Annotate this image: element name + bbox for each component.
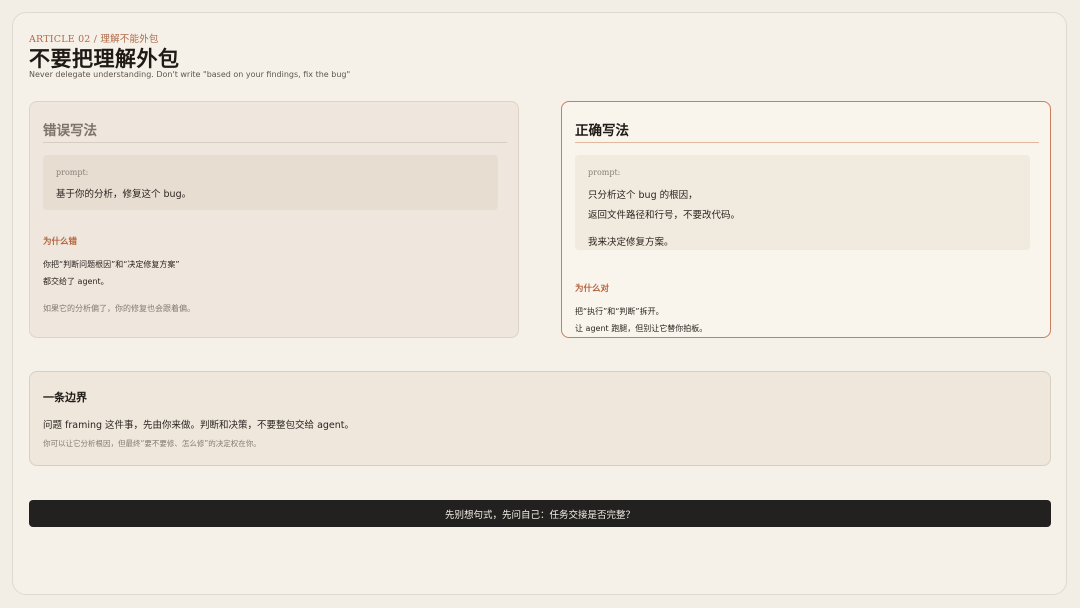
why-right-heading: 为什么对	[575, 284, 610, 294]
wrong-example-card: 错误写法 prompt: 基于你的分析，修复这个 bug。 为什么错 你把“判断…	[29, 101, 519, 338]
prompt-line: 只分析这个 bug 的根因，	[588, 190, 698, 201]
why-wrong-line: 都交给了 agent。	[43, 277, 109, 286]
boundary-note: 你可以让它分析根因，但最终“要不要修、怎么修”的决定权在你。	[43, 439, 261, 448]
page-subtitle: Never delegate understanding. Don't writ…	[29, 70, 351, 79]
prompt-label: prompt:	[56, 168, 89, 177]
boundary-card: 一条边界 问题 framing 这件事，先由你来做。判断和决策，不要整包交给 a…	[29, 371, 1051, 466]
footer-banner: 先别想句式，先问自己：任务交接是否完整？	[29, 500, 1051, 527]
right-example-card: 正确写法 prompt: 只分析这个 bug 的根因， 返回文件路径和行号，不要…	[561, 101, 1051, 338]
prompt-line: 返回文件路径和行号，不要改代码。	[588, 210, 741, 221]
wrong-card-divider	[43, 142, 507, 143]
boundary-statement: 问题 framing 这件事，先由你来做。判断和决策，不要整包交给 agent。	[43, 420, 355, 431]
wrong-card-title: 错误写法	[43, 123, 97, 139]
why-right-line: 让 agent 跑腿，但别让它替你拍板。	[575, 324, 708, 333]
footer-text: 先别想句式，先问自己：任务交接是否完整？	[444, 509, 635, 521]
right-card-title: 正确写法	[575, 123, 629, 139]
wrong-prompt-box: prompt: 基于你的分析，修复这个 bug。	[43, 155, 498, 210]
prompt-line: 我来决定修复方案。	[588, 237, 674, 248]
right-card-divider	[575, 142, 1039, 143]
right-prompt-box: prompt: 只分析这个 bug 的根因， 返回文件路径和行号，不要改代码。 …	[575, 155, 1030, 250]
boundary-title: 一条边界	[43, 391, 87, 404]
why-right-line: 把“执行”和“判断”拆开。	[575, 307, 664, 316]
why-wrong-heading: 为什么错	[43, 237, 78, 247]
prompt-label: prompt:	[588, 168, 621, 177]
wrong-card-note: 如果它的分析偏了，你的修复也会跟着偏。	[43, 304, 195, 313]
prompt-line: 基于你的分析，修复这个 bug。	[56, 189, 192, 200]
why-wrong-line: 你把“判断问题根因”和“决定修复方案”	[43, 260, 180, 269]
page-title: 不要把理解外包	[29, 47, 180, 71]
